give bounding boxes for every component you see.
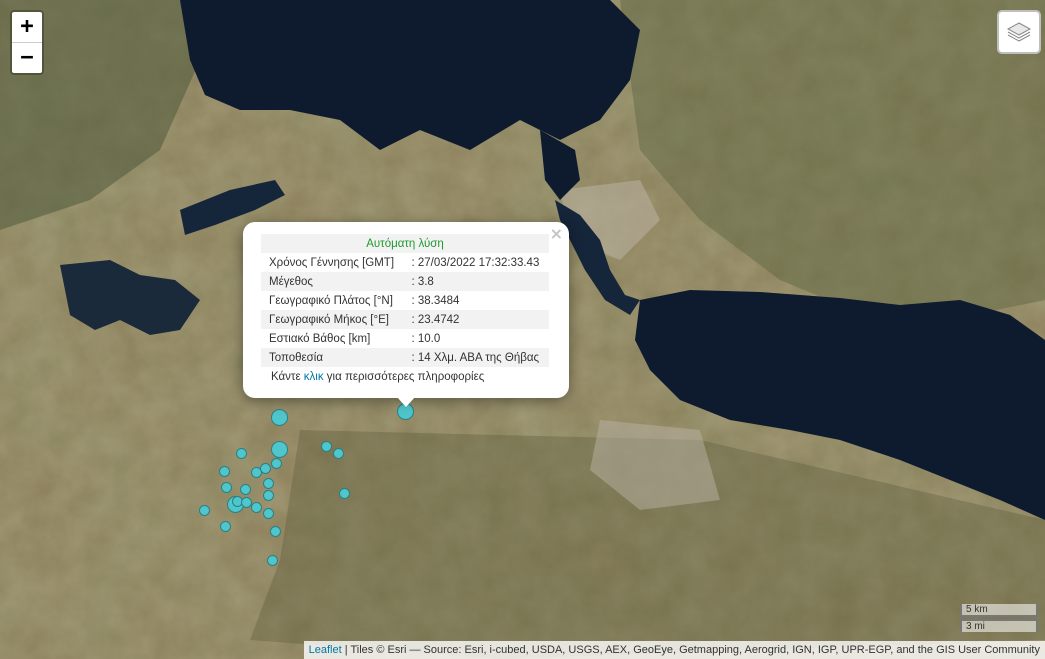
scale-imperial: 3 mi — [960, 619, 1038, 632]
earthquake-marker[interactable] — [260, 463, 271, 474]
scale-metric: 5 km — [960, 604, 1038, 617]
row-value: : 27/03/2022 17:32:33.43 — [411, 256, 540, 269]
row-value: : 14 Χλμ. ΑΒΑ της Θήβας — [403, 348, 549, 367]
earthquake-marker[interactable] — [333, 448, 344, 459]
earthquake-marker[interactable] — [263, 478, 274, 489]
more-info-link[interactable]: κλικ — [304, 371, 324, 383]
earthquake-marker[interactable] — [270, 526, 281, 537]
leaflet-link[interactable]: Leaflet — [309, 644, 342, 656]
zoom-out-button[interactable]: − — [12, 43, 42, 73]
layers-icon — [1006, 22, 1032, 42]
earthquake-marker[interactable] — [271, 409, 288, 426]
earthquake-marker[interactable] — [220, 521, 231, 532]
row-label: Τοποθεσία — [261, 348, 404, 367]
row-label: Γεωγραφικό Πλάτος [°N] — [269, 294, 393, 307]
earthquake-marker[interactable] — [240, 484, 251, 495]
row-label: Γεωγραφικό Μήκος [°E] — [261, 310, 404, 329]
earthquake-marker[interactable] — [221, 482, 232, 493]
earthquake-marker[interactable] — [236, 448, 247, 459]
earthquake-marker[interactable] — [263, 490, 274, 501]
earthquake-marker[interactable] — [339, 488, 350, 499]
map-attribution: Leaflet | Tiles © Esri — Source: Esri, i… — [303, 641, 1045, 659]
row-value: : 23.4742 — [403, 310, 549, 329]
more-info-prefix: Κάντε — [271, 370, 304, 383]
earthquake-marker[interactable] — [263, 508, 274, 519]
zoom-in-button[interactable]: + — [12, 12, 42, 43]
more-info-text: Κάντε κλικ για περισσότερες πληροφορίες — [261, 367, 549, 386]
earthquake-marker[interactable] — [271, 441, 288, 458]
earthquake-marker[interactable] — [199, 505, 210, 516]
earthquake-popup: × Αυτόματη λύση Χρόνος Γέννησης [GMT] : 2… — [243, 222, 569, 398]
row-value: : 3.8 — [403, 272, 549, 291]
zoom-control: + − — [10, 10, 44, 75]
earthquake-marker[interactable] — [267, 555, 278, 566]
row-label: Χρόνος Γέννησης [GMT] — [269, 256, 395, 269]
layers-control-button[interactable] — [997, 10, 1041, 54]
earthquake-marker[interactable] — [271, 458, 282, 469]
row-value: : 38.3484 — [411, 294, 460, 307]
attribution-text: | Tiles © Esri — Source: Esri, i-cubed, … — [341, 644, 1040, 656]
popup-close-button[interactable]: × — [550, 224, 563, 243]
earthquake-marker[interactable] — [321, 441, 332, 452]
earthquake-marker[interactable] — [251, 502, 262, 513]
earthquake-info-table: Αυτόματη λύση Χρόνος Γέννησης [GMT] : 27/… — [261, 234, 549, 386]
row-label: Μέγεθος — [261, 272, 404, 291]
row-label: Εστιακό Βάθος [km] — [269, 332, 371, 345]
earthquake-marker[interactable] — [219, 466, 230, 477]
popup-title: Αυτόματη λύση — [261, 234, 549, 253]
more-info-suffix: για περισσότερες πληροφορίες — [323, 370, 485, 383]
row-value: : 10.0 — [411, 332, 441, 345]
scale-bar: 5 km 3 mi — [960, 604, 1038, 632]
popup-tip — [397, 397, 415, 407]
